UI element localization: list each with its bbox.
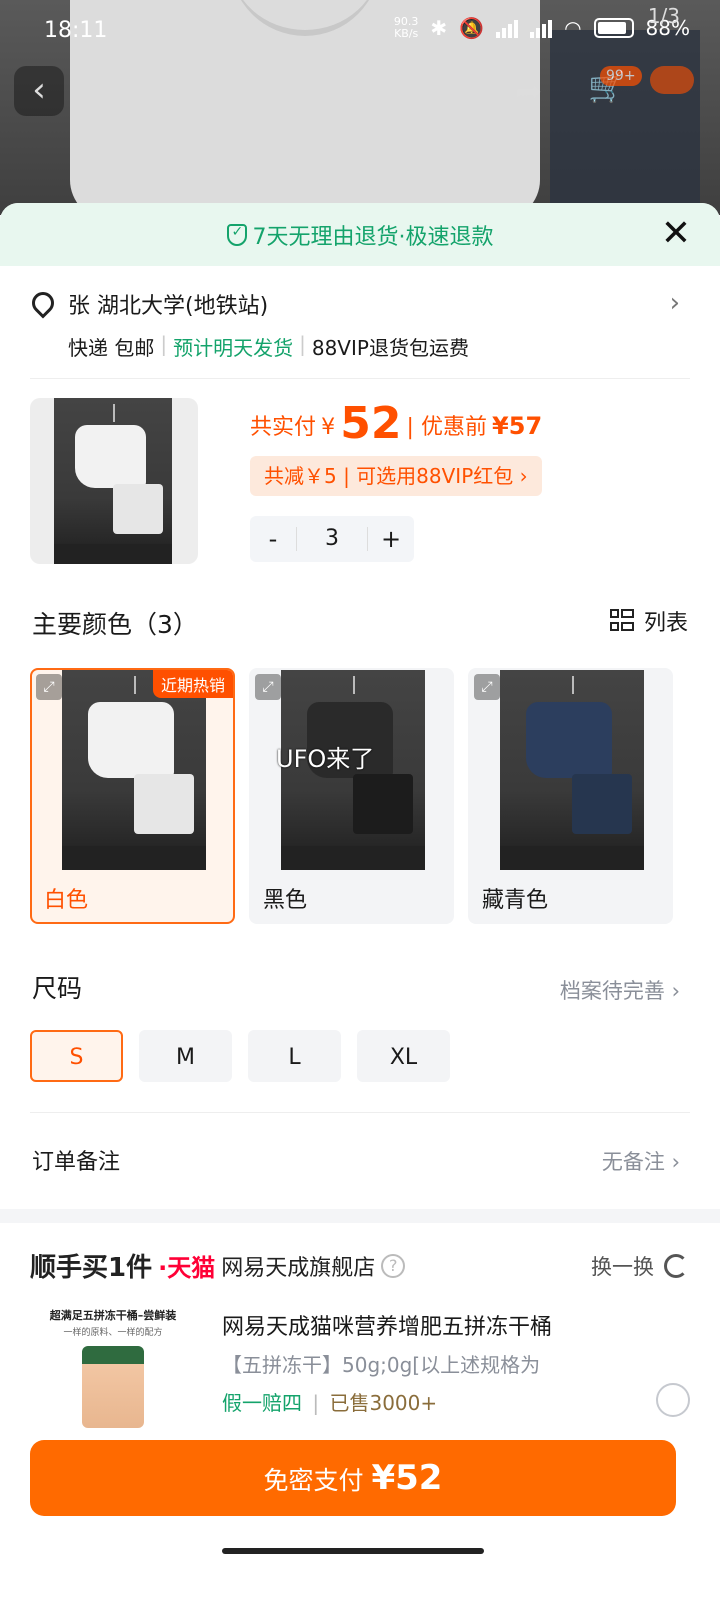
decrease-button[interactable]: - [250, 525, 296, 553]
refresh-icon [664, 1254, 688, 1278]
list-label: 列表 [643, 611, 688, 636]
color-name: 白色 [44, 888, 89, 913]
guarantee-tag: 假一赔四 [222, 1391, 302, 1415]
upsell-image-subcaption: 一样的原料、一样的配方 [63, 1328, 163, 1338]
color-option-white[interactable]: ⤢ 近期热销 白色 [30, 668, 235, 924]
expand-icon[interactable]: ⤢ [36, 674, 62, 700]
size-option-s[interactable]: S [30, 1030, 123, 1082]
size-option-xl[interactable]: XL [357, 1030, 450, 1082]
paid-amount: 52 [340, 398, 402, 449]
shield-icon [226, 223, 247, 246]
chevron-right-icon: › [669, 288, 680, 318]
close-button[interactable]: ✕ [656, 215, 696, 255]
color-option-black[interactable]: ⤢ 黑色 [249, 668, 454, 924]
swap-button[interactable]: 换一换 [591, 1251, 688, 1281]
return-policy-text: 7天无理由退货·极速退款 [252, 224, 494, 250]
signal-icon-2 [530, 18, 553, 38]
size-options: S M L XL [30, 1030, 450, 1082]
hot-sale-tag: 近期热销 [152, 670, 233, 698]
size-option-l[interactable]: L [248, 1030, 341, 1082]
upsell-brand: 顺手买1件 [30, 1253, 153, 1283]
size-profile-link[interactable]: 档案待完善 › [560, 975, 680, 1005]
pay-label: 免密支付 [263, 1466, 364, 1495]
color-name: 藏青色 [482, 888, 549, 913]
help-icon[interactable]: ? [381, 1253, 406, 1278]
signal-icon [496, 18, 519, 38]
price-line: 共实付 ¥ 52 | 优惠前 ¥57 [250, 398, 543, 449]
list-view-toggle[interactable]: 列表 [609, 605, 688, 637]
divider [30, 1112, 690, 1113]
upsell-product-image[interactable]: 超满足五拼冻干桶–尝鲜装 一样的原料、一样的配方 [38, 1307, 188, 1437]
wifi-icon: ◠ [564, 16, 582, 40]
home-indicator[interactable] [222, 1548, 484, 1554]
cart-badge: 99+ [600, 66, 642, 86]
pre-discount-price: ¥57 [492, 412, 543, 440]
remark-value[interactable]: 无备注 › [602, 1146, 680, 1176]
paid-label: 共实付 [250, 415, 317, 440]
swap-label: 换一换 [591, 1255, 654, 1279]
coupon-info[interactable]: 共减￥5 | 可选用88VIP红包 › [250, 456, 542, 496]
bluetooth-icon: ✱ [430, 16, 448, 40]
expand-icon[interactable]: ⤢ [255, 674, 281, 700]
vip-return-info: 88VIP退货包运费 [311, 336, 469, 360]
currency-symbol: ¥ [321, 415, 336, 440]
mute-icon: 🔕 [459, 16, 485, 40]
upsell-title[interactable]: 网易天成猫咪营养增肥五拼冻干桶 [222, 1309, 552, 1341]
upsell-image-caption: 超满足五拼冻干桶–尝鲜装 [49, 1309, 177, 1322]
size-option-m[interactable]: M [139, 1030, 232, 1082]
list-icon [609, 609, 634, 633]
gallery-pager: 1/3 [647, 4, 680, 28]
increase-button[interactable]: + [368, 525, 414, 553]
dispatch-estimate: 预计明天发货 [173, 336, 294, 360]
more-button[interactable] [650, 66, 694, 94]
pay-button[interactable]: 免密支付 ¥52 [30, 1440, 676, 1516]
quantity-stepper: - 3 + [250, 516, 414, 562]
address-text: 张 湖北大学(地铁站) [68, 294, 269, 319]
platform-name: 天猫 [167, 1254, 216, 1282]
upsell-spec: 【五拼冻干】50g;0g[以上述规格为 [222, 1353, 541, 1377]
pre-discount-label: 优惠前 [420, 415, 487, 440]
status-bar: 18:11 90.3 KB/s ✱ 🔕 ◠ 88% [0, 0, 720, 64]
shop-name: 网易天成旗舰店 [221, 1255, 376, 1281]
image-watermark: UFO来了 [276, 745, 375, 773]
remark-title: 订单备注 [32, 1150, 121, 1175]
back-button[interactable]: ‹ [14, 66, 64, 116]
product-thumbnail[interactable] [30, 398, 198, 564]
shipping-method: 快递 包邮 [68, 336, 155, 360]
size-section-title: 尺码 [32, 974, 83, 1003]
color-section-title: 主要颜色（3） [32, 610, 198, 639]
tmall-logo: ·天猫 [158, 1254, 216, 1282]
battery-icon [593, 18, 634, 38]
return-policy-banner: 7天无理由退货·极速退款 ✕ [0, 203, 720, 266]
quantity-value[interactable]: 3 [296, 527, 368, 551]
sku-sheet: 7天无理由退货·极速退款 ✕ 张 湖北大学(地铁站) › 快递 包邮 | 预计明… [0, 203, 720, 1600]
share-icon[interactable]: ➦ [515, 72, 542, 110]
sold-count: 已售3000+ [329, 1391, 438, 1415]
status-time: 18:11 [44, 18, 108, 43]
product-package [82, 1346, 144, 1428]
divider [30, 378, 690, 379]
color-options: ⤢ 近期热销 白色 ⤢ 黑色 ⤢ 藏青色 [30, 668, 673, 924]
shipping-info: 快递 包邮 | 预计明天发货 | 88VIP退货包运费 [68, 332, 469, 360]
pay-amount: ¥52 [371, 1458, 443, 1498]
location-icon [27, 287, 59, 319]
network-speed: 90.3 KB/s [394, 16, 419, 40]
section-gap [0, 1209, 720, 1223]
color-name: 黑色 [263, 888, 308, 913]
color-option-navy[interactable]: ⤢ 藏青色 [468, 668, 673, 924]
upsell-header: 顺手买1件 ·天猫 网易天成旗舰店 ? [30, 1247, 406, 1284]
expand-icon[interactable]: ⤢ [474, 674, 500, 700]
upsell-tags: 假一赔四 | 已售3000+ [222, 1391, 438, 1415]
network-speed-unit: KB/s [394, 27, 419, 40]
upsell-select-radio[interactable] [656, 1383, 690, 1417]
